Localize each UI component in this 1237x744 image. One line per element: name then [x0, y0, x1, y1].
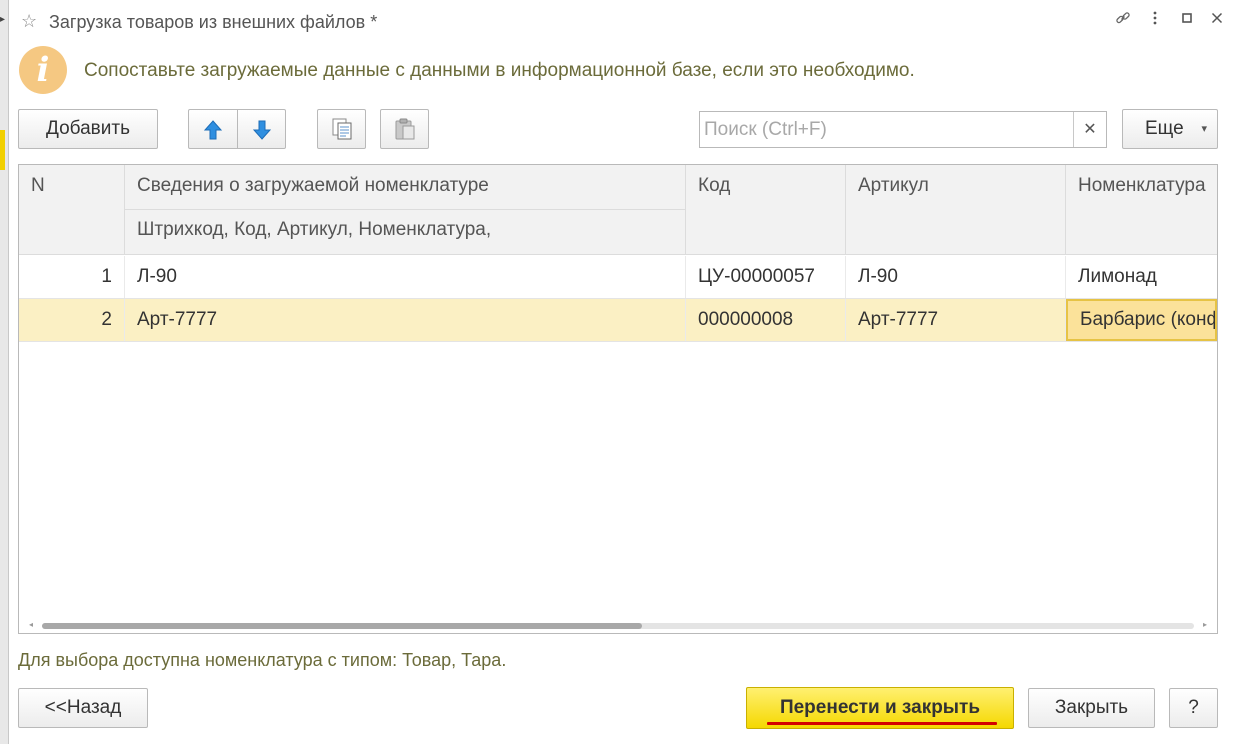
mapping-table[interactable]: N Сведения о загружаемой номенклатуре Шт… [18, 164, 1218, 634]
column-header-article[interactable]: Артикул [846, 165, 1066, 255]
info-cell[interactable]: Л-90 [125, 256, 686, 298]
column-header-n[interactable]: N [19, 165, 125, 255]
more-label: Еще [1145, 118, 1184, 139]
star-icon[interactable]: ☆ [21, 11, 37, 32]
code-cell[interactable]: ЦУ-00000057 [686, 256, 846, 298]
paste-icon [395, 118, 414, 140]
clear-icon[interactable]: ✕ [1073, 112, 1106, 147]
info-cell[interactable]: Арт-7777 [125, 299, 686, 341]
add-button[interactable]: Добавить [18, 109, 158, 149]
info-icon: i [19, 46, 67, 94]
close-icon[interactable] [1206, 10, 1228, 32]
transfer-and-close-label: Перенести и закрыть [779, 697, 981, 718]
back-button[interactable]: <<Назад [18, 688, 148, 728]
column-header-info-sub[interactable]: Штрихкод, Код, Артикул, Номенклатура, [125, 210, 686, 255]
nomenclature-cell-focused[interactable]: Барбарис (конфета) [1066, 299, 1217, 341]
paste-button[interactable] [380, 109, 429, 149]
link-icon[interactable] [1112, 10, 1134, 32]
row-number: 2 [19, 299, 125, 341]
transfer-and-close-button[interactable]: Перенести и закрыть [746, 687, 1014, 729]
article-cell[interactable]: Л-90 [846, 256, 1066, 298]
arrow-up-icon [203, 120, 223, 140]
column-header-code[interactable]: Код [686, 165, 846, 255]
window-title: Загрузка товаров из внешних файлов * [49, 12, 378, 32]
highlight-underline [767, 722, 997, 725]
column-header-nomenclature[interactable]: Номенклатура [1066, 165, 1217, 255]
horizontal-scrollbar[interactable]: ◂ ▸ [27, 619, 1209, 631]
row-number: 1 [19, 256, 125, 298]
search-input[interactable] [700, 112, 1075, 147]
close-button[interactable]: Закрыть [1028, 688, 1155, 728]
copy-button[interactable] [317, 109, 366, 149]
search-box: ✕ [699, 111, 1107, 148]
scroll-left-icon[interactable]: ◂ [29, 619, 33, 631]
help-button[interactable]: ? [1169, 688, 1218, 728]
copy-icon [332, 118, 351, 140]
hint-text: Для выбора доступна номенклатура с типом… [18, 650, 507, 670]
chevron-down-icon: ▾ [1201, 123, 1207, 135]
column-header-info[interactable]: Сведения о загружаемой номенклатуре [125, 165, 686, 210]
background-window-edge: ▸ [0, 0, 9, 744]
maximize-icon[interactable] [1176, 10, 1198, 32]
move-up-button[interactable] [188, 109, 238, 149]
caret-right-icon: ▸ [0, 14, 6, 25]
code-cell[interactable]: 000000008 [686, 299, 846, 341]
more-button[interactable]: Еще ▾ [1122, 109, 1218, 149]
info-message: Сопоставьте загружаемые данные с данными… [84, 60, 915, 81]
scroll-right-icon[interactable]: ▸ [1203, 619, 1207, 631]
table-row-selected[interactable]: 2 Арт-7777 000000008 Арт-7777 Барбарис (… [19, 299, 1217, 342]
move-down-button[interactable] [237, 109, 286, 149]
article-cell[interactable]: Арт-7777 [846, 299, 1066, 341]
background-highlight [0, 130, 5, 170]
scrollbar-thumb[interactable] [42, 623, 642, 629]
title-bar: ☆ Загрузка товаров из внешних файлов * [9, 0, 1237, 42]
arrow-down-icon [252, 120, 271, 140]
dialog-window: ☆ Загрузка товаров из внешних файлов * i… [9, 0, 1237, 744]
table-row[interactable]: 1 Л-90 ЦУ-00000057 Л-90 Лимонад [19, 256, 1217, 299]
nomenclature-cell[interactable]: Лимонад [1066, 256, 1217, 298]
more-vertical-icon[interactable] [1144, 10, 1166, 32]
